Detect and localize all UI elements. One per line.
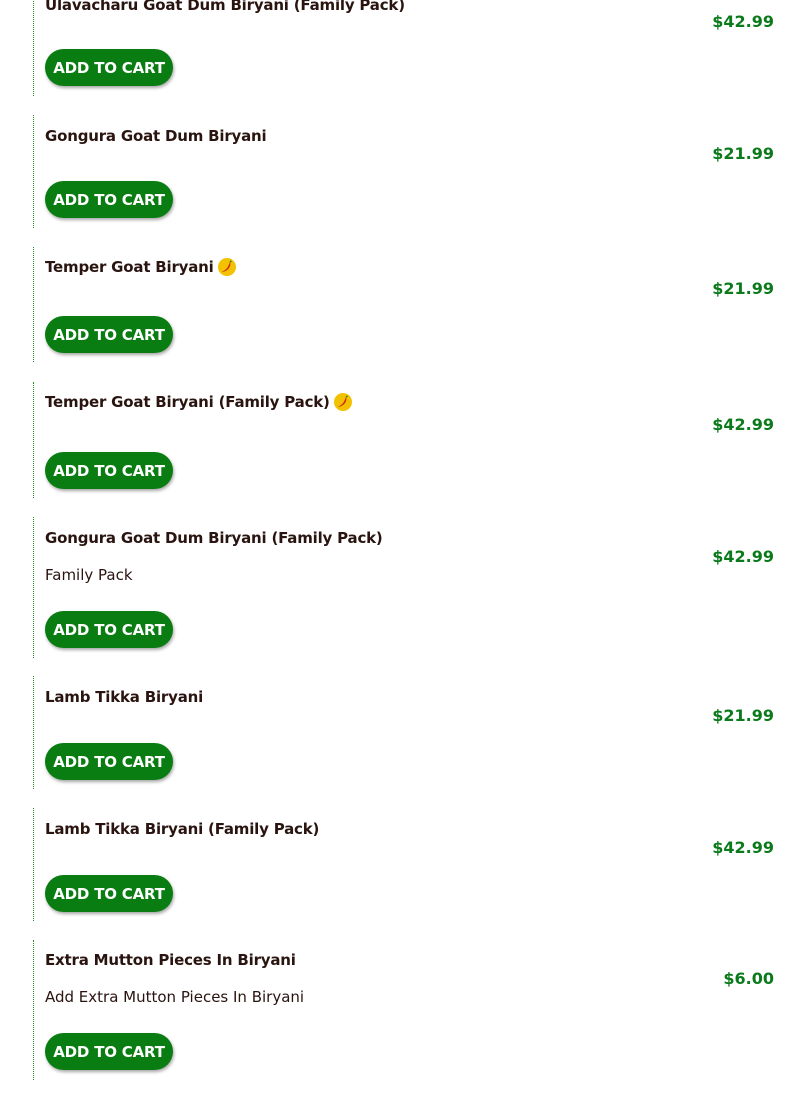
item-name-text: Ulavacharu Goat Dum Biryani (Family Pack…: [45, 0, 405, 14]
item-price: $42.99: [712, 415, 774, 434]
item-name-text: Lamb Tikka Biryani (Family Pack): [45, 820, 320, 838]
menu-item: Gongura Goat Dum Biryani $21.99 ADD TO C…: [33, 115, 779, 228]
item-name-text: Temper Goat Biryani (Family Pack): [45, 393, 330, 411]
menu-item: Ulavacharu Goat Dum Biryani (Family Pack…: [33, 0, 779, 96]
item-name-text: Lamb Tikka Biryani: [45, 688, 204, 706]
menu-item: Temper Goat Biryani $21.99 ADD TO CART: [33, 247, 779, 362]
item-description: Add Extra Mutton Pieces In Biryani: [45, 988, 305, 1006]
item-name: Temper Goat Biryani (Family Pack): [45, 393, 352, 411]
menu-item: Extra Mutton Pieces In Biryani Add Extra…: [33, 940, 779, 1080]
add-to-cart-button[interactable]: ADD TO CART: [45, 875, 173, 912]
item-price: $6.00: [723, 969, 774, 988]
add-to-cart-button[interactable]: ADD TO CART: [45, 743, 173, 780]
item-price: $21.99: [712, 279, 774, 298]
add-to-cart-button[interactable]: ADD TO CART: [45, 181, 173, 218]
chili-pepper-icon: [217, 258, 236, 276]
item-name-text: Temper Goat Biryani: [45, 258, 214, 276]
chili-pepper-icon: [333, 393, 352, 411]
menu-item: Lamb Tikka Biryani $21.99 ADD TO CART: [33, 676, 779, 789]
item-price: $42.99: [712, 838, 774, 857]
item-name: Lamb Tikka Biryani: [45, 688, 203, 706]
add-to-cart-button[interactable]: ADD TO CART: [45, 611, 173, 648]
add-to-cart-button[interactable]: ADD TO CART: [45, 452, 173, 489]
menu-item: Lamb Tikka Biryani (Family Pack) $42.99 …: [33, 808, 779, 921]
menu-item: Gongura Goat Dum Biryani (Family Pack) F…: [33, 517, 779, 658]
item-price: $21.99: [712, 706, 774, 725]
item-name-text: Gongura Goat Dum Biryani (Family Pack): [45, 529, 383, 547]
add-to-cart-button[interactable]: ADD TO CART: [45, 49, 173, 86]
item-name-text: Gongura Goat Dum Biryani: [45, 127, 267, 145]
item-price: $42.99: [712, 547, 774, 566]
item-name: Gongura Goat Dum Biryani: [45, 127, 267, 145]
item-price: $21.99: [712, 144, 774, 163]
item-name: Lamb Tikka Biryani (Family Pack): [45, 820, 319, 838]
add-to-cart-button[interactable]: ADD TO CART: [45, 316, 173, 353]
item-name: Gongura Goat Dum Biryani (Family Pack): [45, 529, 383, 547]
item-name-text: Extra Mutton Pieces In Biryani: [45, 951, 296, 969]
item-price: $42.99: [712, 12, 774, 31]
item-description: Family Pack: [45, 566, 133, 584]
item-name: Extra Mutton Pieces In Biryani: [45, 951, 296, 969]
item-name: Ulavacharu Goat Dum Biryani (Family Pack…: [45, 0, 405, 14]
item-name: Temper Goat Biryani: [45, 258, 236, 276]
add-to-cart-button[interactable]: ADD TO CART: [45, 1033, 173, 1070]
menu-item: Temper Goat Biryani (Family Pack) $42.99…: [33, 382, 779, 498]
